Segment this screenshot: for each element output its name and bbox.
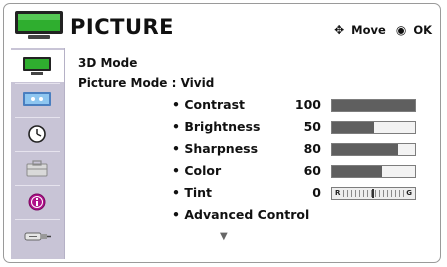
picture-icon <box>23 57 51 75</box>
move-arrows-icon: ✥ <box>334 22 345 37</box>
color-slider-fill <box>332 166 382 177</box>
move-hint-label: Move <box>351 22 386 37</box>
sidebar-item-picture[interactable] <box>11 50 64 82</box>
sidebar-item-input[interactable] <box>11 220 64 252</box>
sidebar-item-info[interactable] <box>11 186 64 218</box>
sharpness-slider[interactable] <box>331 143 416 156</box>
toolbox-icon <box>26 160 48 177</box>
contrast-slider[interactable] <box>331 99 416 112</box>
brightness-value: 50 <box>303 119 321 134</box>
sharpness-slider-fill <box>332 144 399 155</box>
sidebar-item-audio[interactable] <box>11 84 64 116</box>
color-value: 60 <box>303 163 321 178</box>
sharpness-label[interactable]: • Sharpness <box>172 141 258 156</box>
tv-picture-icon <box>15 11 63 39</box>
tint-value: 0 <box>312 185 321 200</box>
ok-hint-label: OK <box>413 22 432 37</box>
ok-circle-icon: ◉ <box>395 22 407 37</box>
brightness-label[interactable]: • Brightness <box>172 119 260 134</box>
audio-icon <box>23 92 51 106</box>
tint-slider[interactable]: R G <box>331 187 416 200</box>
sidebar-item-option[interactable] <box>11 152 64 184</box>
tint-red-label: R <box>335 189 341 197</box>
input-cable-icon <box>24 232 51 241</box>
page-title: PICTURE <box>70 15 175 39</box>
tint-green-label: G <box>406 189 412 197</box>
brightness-slider[interactable] <box>331 121 416 134</box>
navigation-hint: ✥ Move ◉ OK <box>334 22 432 37</box>
scroll-down-indicator[interactable]: ▼ <box>220 231 228 242</box>
tint-label[interactable]: • Tint <box>172 185 212 200</box>
advanced-control-item[interactable]: • Advanced Control <box>172 207 309 222</box>
contrast-label[interactable]: • Contrast <box>172 97 245 112</box>
mode-3d-item[interactable]: 3D Mode <box>78 56 137 70</box>
title-bar: PICTURE ✥ Move ◉ OK <box>4 4 440 50</box>
brightness-slider-fill <box>332 122 374 133</box>
category-sidebar <box>11 48 65 259</box>
picture-mode-item[interactable]: Picture Mode : Vivid <box>78 76 214 90</box>
sharpness-value: 80 <box>303 141 321 156</box>
contrast-slider-fill <box>332 100 415 111</box>
color-slider[interactable] <box>331 165 416 178</box>
contrast-value: 100 <box>294 97 321 112</box>
color-label[interactable]: • Color <box>172 163 221 178</box>
tint-slider-marker <box>372 189 374 198</box>
sidebar-item-time[interactable] <box>11 118 64 150</box>
info-icon <box>28 193 46 211</box>
picture-menu-window: PICTURE ✥ Move ◉ OK 3D Mode Picture Mode… <box>3 3 441 263</box>
picture-settings-panel: 3D Mode Picture Mode : Vivid • Contrast … <box>78 54 438 259</box>
clock-icon <box>28 125 46 143</box>
